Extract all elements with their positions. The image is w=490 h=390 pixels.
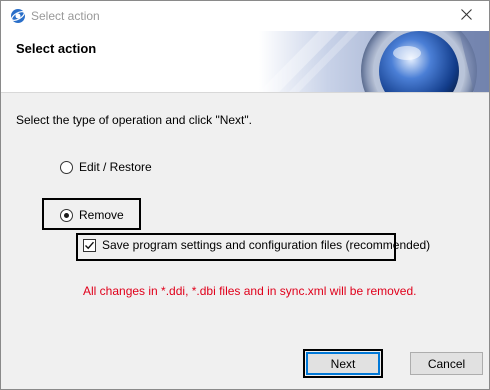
radio-remove[interactable]	[60, 208, 73, 222]
header-banner: Select action	[1, 31, 489, 92]
option-edit-restore[interactable]: Edit / Restore	[60, 160, 152, 174]
next-button[interactable]: Next	[306, 352, 380, 375]
save-settings-checkbox[interactable]	[83, 238, 96, 252]
save-settings-option[interactable]: Save program settings and configuration …	[83, 238, 430, 252]
title-bar: Select action	[1, 1, 489, 31]
checkmark-icon	[85, 241, 95, 249]
save-settings-label: Save program settings and configuration …	[102, 238, 431, 252]
radio-edit-restore[interactable]	[60, 160, 73, 174]
option-remove-label: Remove	[79, 208, 124, 222]
banner-title: Select action	[16, 41, 97, 56]
dialog-window: Select action Select action Select the t…	[0, 0, 490, 390]
app-logo-icon	[10, 8, 26, 24]
window-title: Select action	[31, 9, 100, 23]
banner-divider	[1, 92, 489, 93]
removal-warning-text: All changes in *.ddi, *.dbi files and in…	[83, 284, 417, 298]
close-icon	[460, 9, 472, 23]
option-edit-restore-label: Edit / Restore	[79, 160, 152, 174]
instruction-text: Select the type of operation and click "…	[16, 113, 252, 127]
banner-artwork	[259, 31, 489, 92]
cancel-button[interactable]: Cancel	[410, 352, 483, 375]
option-remove[interactable]: Remove	[60, 208, 124, 222]
close-button[interactable]	[443, 1, 489, 31]
